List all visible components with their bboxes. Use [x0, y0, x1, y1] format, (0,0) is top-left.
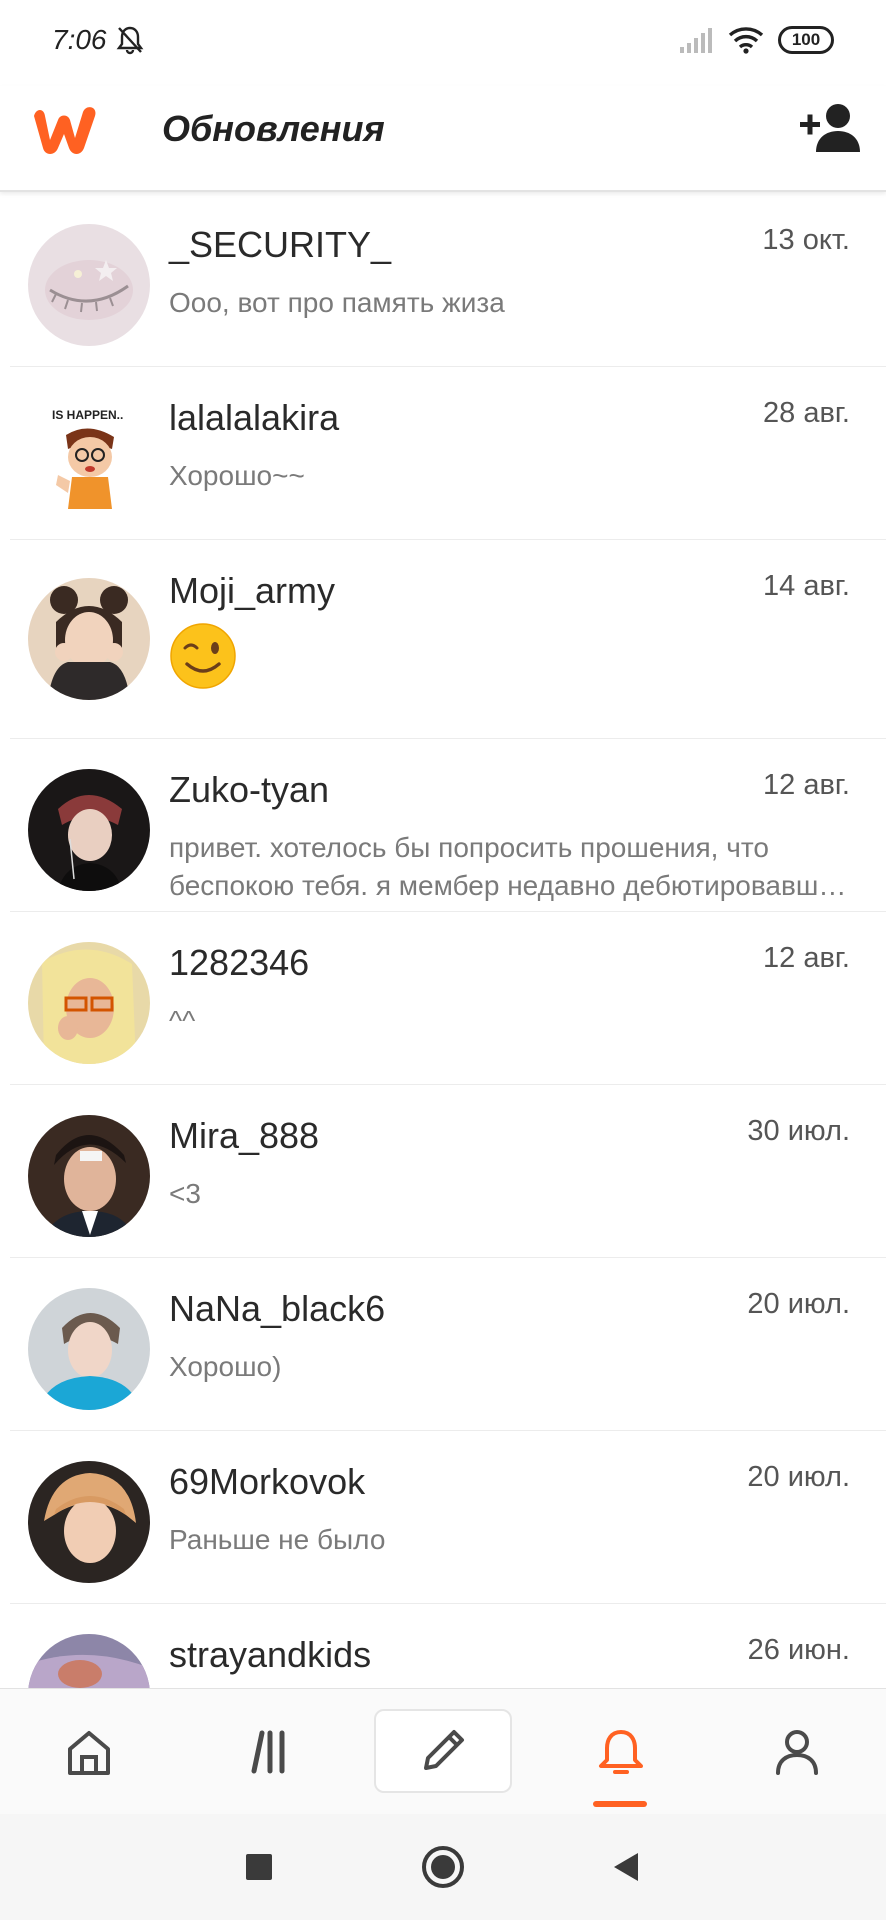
list-item[interactable]: NaNa_black6 20 июл. Хорошо) [10, 1258, 886, 1431]
system-home-button[interactable] [420, 1844, 466, 1890]
message-date: 26 июн. [747, 1634, 850, 1666]
avatar[interactable]: IS HAPPEN.. [28, 397, 150, 519]
sender-name: 69Morkovok [169, 1461, 366, 1502]
list-item[interactable]: 69Morkovok 20 июл. Раньше не было [10, 1431, 886, 1604]
list-item[interactable]: 1282346 12 авг. ^^ [10, 912, 886, 1085]
nav-notifications[interactable] [576, 1709, 666, 1795]
bell-muted-icon [116, 26, 144, 55]
message-date: 20 июл. [747, 1288, 850, 1320]
sender-name: 1282346 [169, 942, 310, 983]
sender-name: Mira_888 [169, 1115, 320, 1156]
signal-icon [680, 28, 712, 53]
app-bar: Обновления [0, 86, 886, 192]
avatar[interactable] [28, 224, 150, 346]
message-preview: ^^ [169, 1005, 196, 1036]
nav-library[interactable] [222, 1709, 312, 1795]
message-preview: <3 [169, 1178, 201, 1209]
list-item[interactable]: IS HAPPEN.. lalalalakira 28 авг. Хорошо~… [10, 367, 886, 540]
message-date: 20 июл. [747, 1461, 850, 1493]
back-icon [614, 1853, 638, 1881]
avatar[interactable] [28, 1115, 150, 1237]
system-navigation [0, 1814, 886, 1920]
message-date: 14 авг. [763, 570, 850, 602]
svg-text:IS HAPPEN..: IS HAPPEN.. [52, 408, 123, 422]
write-icon [424, 1730, 464, 1770]
list-item[interactable]: Zuko-tyan 12 авг. привет. хотелось бы по… [10, 739, 886, 912]
sender-name: Moji_army [169, 570, 336, 611]
nav-home[interactable] [44, 1709, 134, 1795]
message-preview: Раньше не было [169, 1524, 386, 1555]
message-date: 13 окт. [762, 224, 850, 256]
list-item[interactable]: Mira_888 30 июл. <3 [10, 1085, 886, 1258]
list-item[interactable]: _SECURITY_ 13 окт. Ооо, вот про память ж… [10, 194, 886, 367]
status-icons: 100 [680, 22, 834, 58]
status-bar: 7:06 100 [0, 0, 886, 86]
wattpad-logo-icon[interactable] [28, 102, 100, 158]
home-icon [68, 1731, 110, 1775]
message-date: 12 авг. [763, 942, 850, 974]
back-button[interactable] [602, 1844, 648, 1890]
active-tab-indicator [593, 1801, 647, 1807]
sender-name: NaNa_black6 [169, 1288, 386, 1329]
message-date: 12 авг. [763, 769, 850, 801]
battery-indicator: 100 [778, 26, 834, 54]
sender-name: _SECURITY_ [169, 224, 392, 265]
avatar[interactable] [28, 578, 150, 700]
recents-button[interactable] [236, 1844, 282, 1890]
library-icon [251, 1730, 285, 1774]
add-person-icon[interactable] [798, 100, 862, 156]
nav-profile[interactable] [752, 1709, 842, 1795]
avatar[interactable] [28, 1461, 150, 1583]
status-time: 7:06 [52, 24, 107, 55]
winking-face-emoji [170, 623, 236, 689]
bottom-navigation [0, 1688, 886, 1814]
nav-write[interactable] [374, 1709, 512, 1793]
avatar[interactable] [28, 942, 150, 1064]
list-item[interactable]: Moji_army 14 авг. [10, 540, 886, 739]
list-item[interactable]: strayandkids 26 июн. [10, 1604, 886, 1688]
page-title: Обновления [162, 108, 385, 149]
notifications-icon [599, 1730, 643, 1774]
sender-name: lalalalakira [169, 397, 340, 438]
profile-icon [776, 1730, 818, 1775]
home-circle-icon [422, 1846, 464, 1888]
sender-name: strayandkids [169, 1634, 372, 1675]
recents-icon [246, 1854, 272, 1880]
avatar[interactable] [28, 769, 150, 891]
message-date: 30 июл. [747, 1115, 850, 1147]
message-preview: привет. хотелось бы попросить прошения, … [169, 832, 850, 901]
message-preview: Хорошо) [169, 1351, 282, 1382]
message-preview: Ооо, вот про память жиза [169, 287, 505, 318]
sender-name: Zuko-tyan [169, 769, 330, 810]
message-date: 28 авг. [763, 397, 850, 429]
avatar[interactable] [28, 1634, 150, 1688]
avatar[interactable] [28, 1288, 150, 1410]
message-preview: Хорошо~~ [169, 460, 305, 491]
wifi-icon [728, 27, 764, 54]
message-list[interactable]: _SECURITY_ 13 окт. Ооо, вот про память ж… [0, 194, 886, 1688]
